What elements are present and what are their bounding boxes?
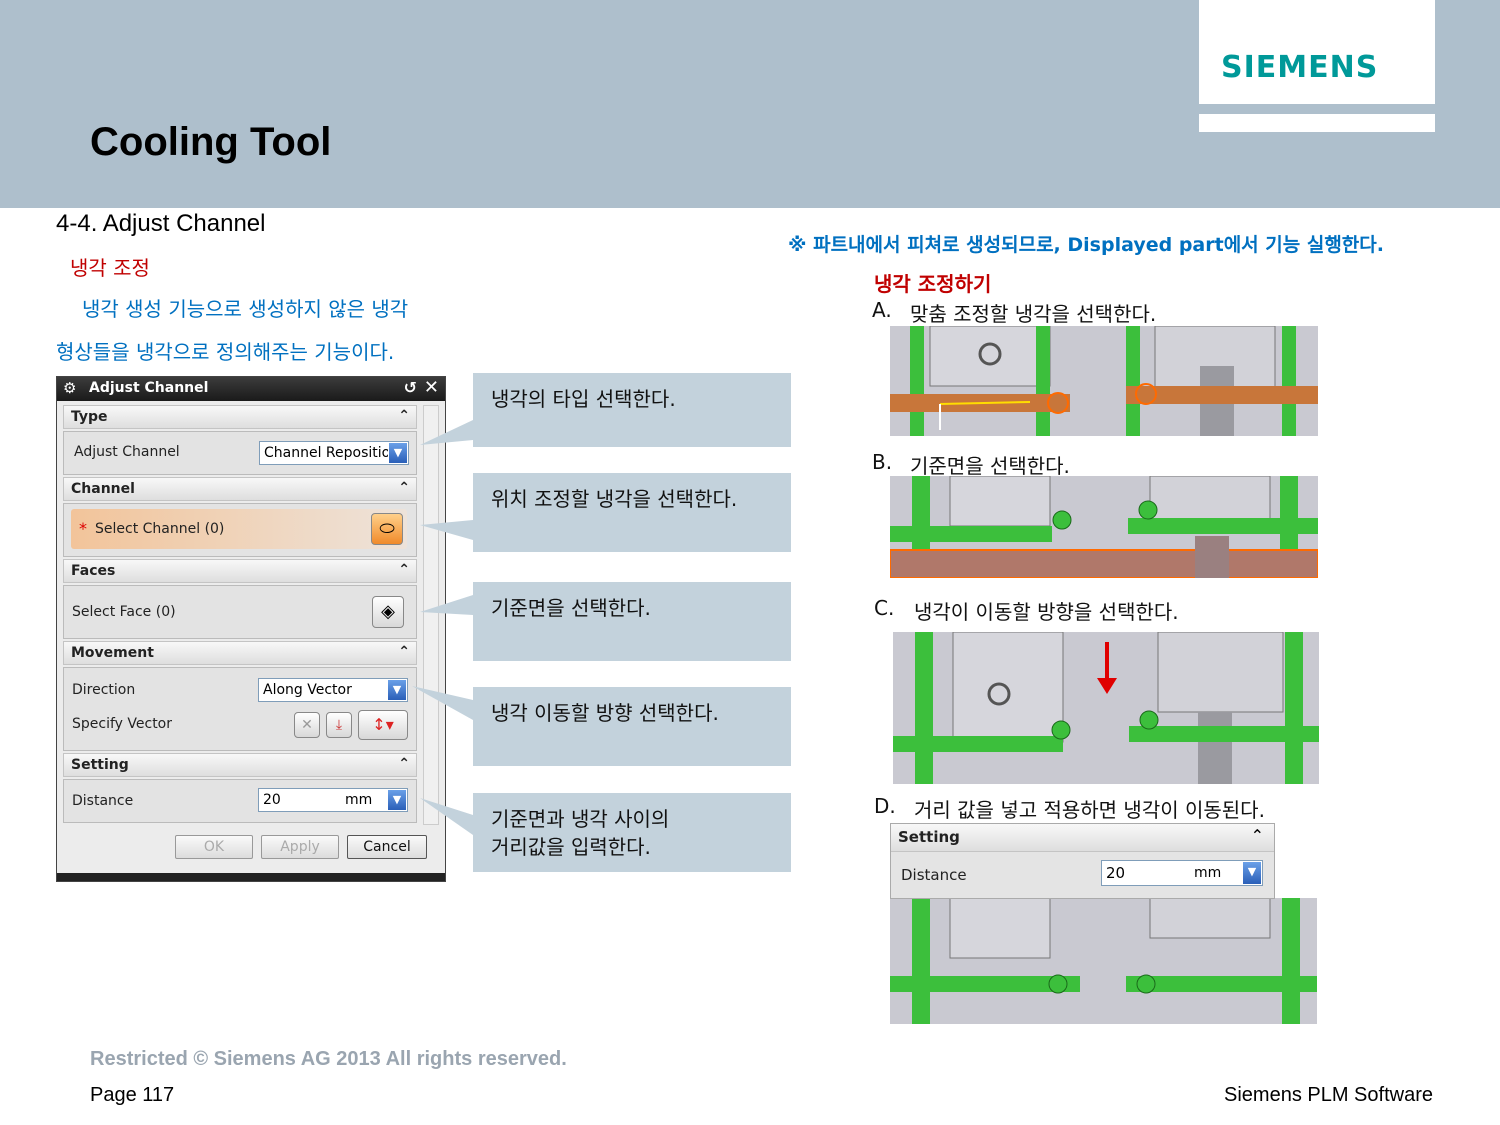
- step-b-text: 기준면을 선택한다.: [910, 454, 1070, 478]
- callout-face: 기준면을 선택한다.: [473, 582, 791, 661]
- callout-distance: 기준면과 냉각 사이의 거리값을 입력한다.: [473, 793, 791, 872]
- callout-text: 냉각의 타입 선택한다.: [491, 387, 676, 411]
- cad-image-b: [890, 476, 1318, 578]
- step-b-letter: B.: [872, 450, 893, 474]
- step-d-letter: D.: [874, 794, 896, 818]
- cad-image-c: [893, 632, 1319, 784]
- step-a-text: 맞춤 조정할 냉각을 선택한다.: [910, 302, 1157, 326]
- company-name: Siemens PLM Software: [1224, 1084, 1433, 1106]
- callout-text-line-2: 거리값을 입력한다.: [491, 835, 651, 859]
- callout-text: 기준면을 선택한다.: [491, 596, 651, 620]
- callout-channel: 위치 조정할 냉각을 선택한다.: [473, 473, 791, 552]
- setting-distance-unit: mm: [1194, 865, 1222, 881]
- setting-distance-label: Distance: [901, 866, 967, 884]
- cad-drawing-d: [890, 898, 1317, 1024]
- callout-text: 위치 조정할 냉각을 선택한다.: [491, 487, 738, 511]
- copyright-text: Restricted © Siemens AG 2013 All rights …: [90, 1048, 567, 1070]
- callout-type: 냉각의 타입 선택한다.: [473, 373, 791, 447]
- chevron-down-icon: ▼: [1243, 862, 1261, 884]
- right-heading: 냉각 조정하기: [874, 272, 992, 296]
- setting-panel-header[interactable]: Setting ⌃: [891, 824, 1274, 852]
- collapse-icon[interactable]: ⌃: [1251, 826, 1264, 845]
- cad-image-a: [890, 326, 1318, 436]
- step-c-text: 냉각이 이동할 방향을 선택한다.: [914, 600, 1179, 624]
- page-number: Page 117: [90, 1084, 175, 1106]
- callout-direction: 냉각 이동할 방향 선택한다.: [473, 687, 791, 766]
- step-c-letter: C.: [874, 596, 895, 620]
- step-a-letter: A.: [872, 298, 892, 322]
- callout-text: 냉각 이동할 방향 선택한다.: [491, 701, 719, 725]
- cad-drawing-c: [893, 632, 1319, 784]
- setting-panel: Setting ⌃ Distance 20 mm ▼: [890, 823, 1275, 899]
- callout-text-line-1: 기준면과 냉각 사이의: [491, 807, 670, 831]
- setting-panel-label: Setting: [898, 828, 960, 846]
- cad-image-d: [890, 898, 1317, 1024]
- setting-distance-input[interactable]: 20 mm ▼: [1101, 860, 1263, 886]
- cad-drawing-b: [890, 476, 1318, 578]
- cad-drawing-a: [890, 326, 1318, 436]
- step-d-text: 거리 값을 넣고 적용하면 냉각이 이동된다.: [914, 798, 1265, 822]
- setting-distance-value: 20: [1106, 864, 1126, 882]
